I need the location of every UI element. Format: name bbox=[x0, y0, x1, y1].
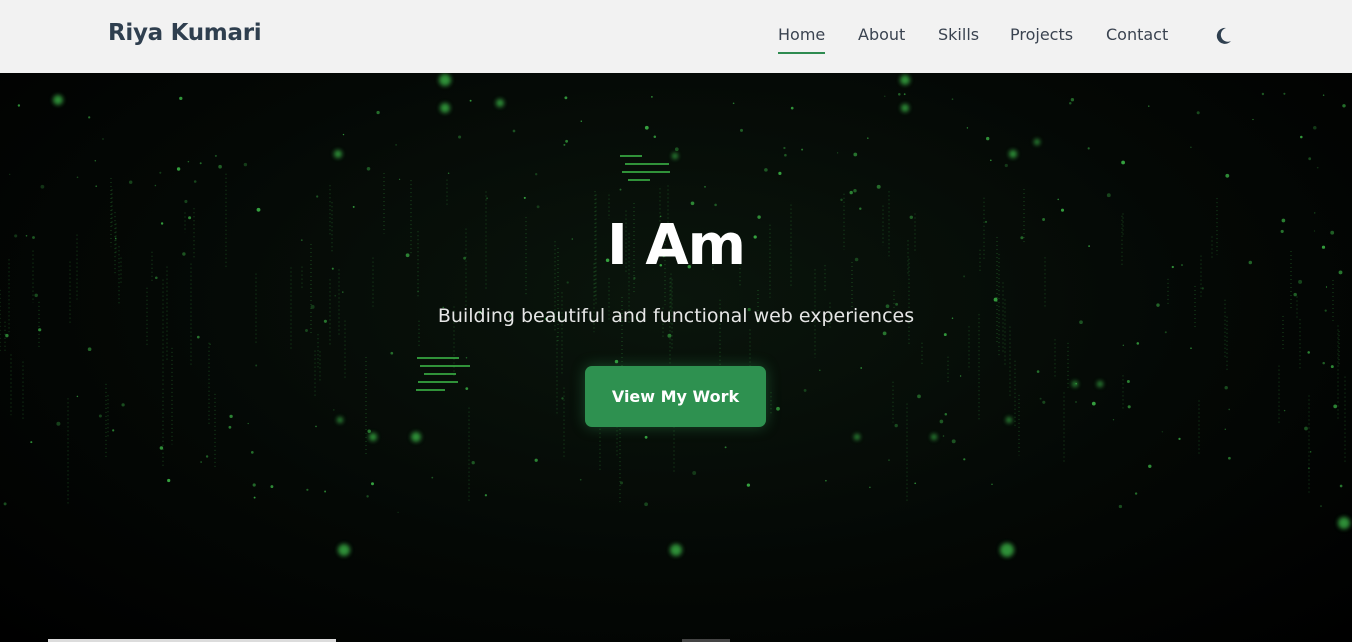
view-my-work-button[interactable]: View My Work bbox=[585, 366, 766, 427]
page: Riya Kumari Home About Skills Projects C… bbox=[0, 0, 1352, 642]
navbar: Riya Kumari Home About Skills Projects C… bbox=[0, 0, 1352, 73]
nav-link-home[interactable]: Home bbox=[778, 25, 826, 54]
nav-link-projects[interactable]: Projects bbox=[1010, 25, 1073, 44]
moon-icon bbox=[1216, 27, 1231, 44]
hero-title: I Am bbox=[606, 213, 746, 278]
hero-section: I Am Building beautiful and functional w… bbox=[0, 73, 1352, 642]
theme-toggle-button[interactable] bbox=[1212, 25, 1234, 47]
nav-link-contact[interactable]: Contact bbox=[1106, 25, 1168, 44]
nav-link-about[interactable]: About bbox=[858, 25, 905, 44]
nav-link-skills[interactable]: Skills bbox=[938, 25, 979, 44]
brand-logo[interactable]: Riya Kumari bbox=[108, 20, 262, 46]
matrix-particles-background bbox=[0, 74, 1350, 557]
hero-subtitle: Building beautiful and functional web ex… bbox=[437, 305, 915, 327]
